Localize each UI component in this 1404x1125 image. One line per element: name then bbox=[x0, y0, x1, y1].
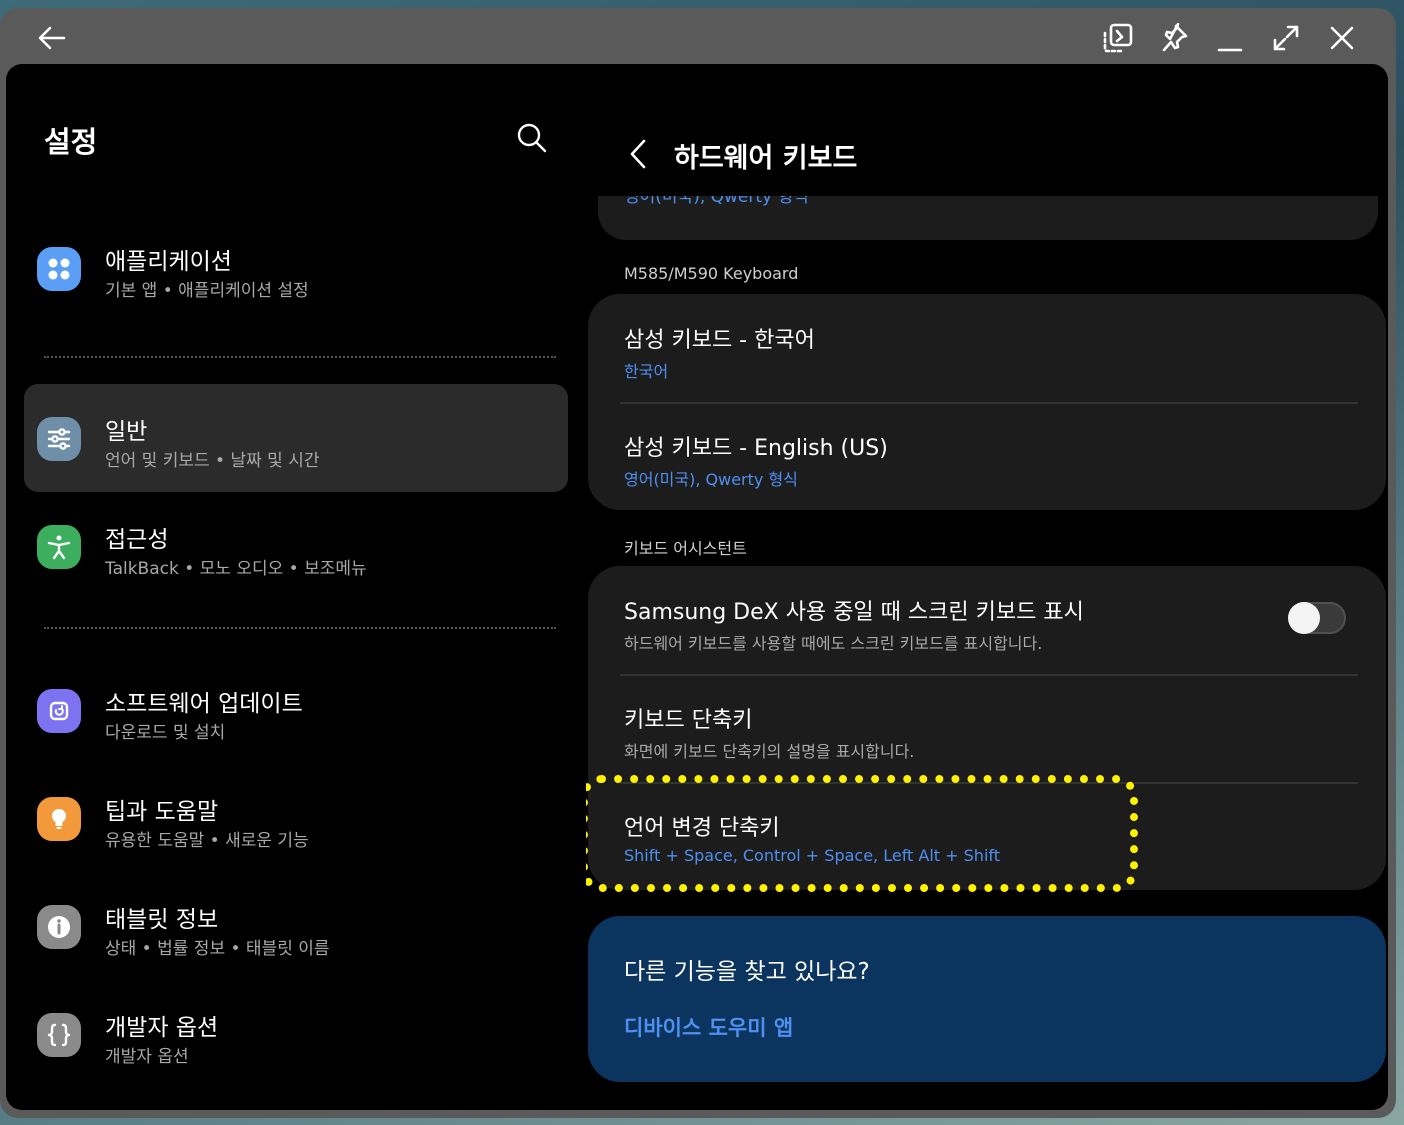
keyboard-english-row[interactable]: 삼성 키보드 - English (US) 영어(미국), Qwerty 형식 bbox=[588, 402, 1386, 510]
keyboard-list-card: 삼성 키보드 - 한국어 한국어 삼성 키보드 - English (US) 영… bbox=[588, 294, 1386, 510]
app-window: 설정 애플리케이션 기본 앱 • 애플리케이션 설정 일반 언어 및 키보드 •… bbox=[0, 8, 1396, 1118]
menu-item-title: 애플리케이션 bbox=[105, 249, 232, 275]
menu-item-title: 태블릿 정보 bbox=[105, 907, 219, 933]
minimize-icon[interactable] bbox=[1210, 18, 1250, 58]
help-card: 다른 기능을 찾고 있나요? 디바이스 도우미 앱 bbox=[588, 916, 1386, 1082]
highlight-annotation bbox=[586, 775, 1138, 892]
back-chevron-icon[interactable] bbox=[626, 137, 650, 171]
row-title: 삼성 키보드 - English (US) bbox=[624, 436, 888, 461]
device-care-link[interactable]: 디바이스 도우미 앱 bbox=[624, 1012, 793, 1042]
menu-item-developer-options[interactable]: 개발자 옵션 개발자 옵션 bbox=[24, 980, 568, 1088]
row-title: 삼성 키보드 - 한국어 bbox=[624, 328, 815, 353]
pin-icon[interactable] bbox=[1154, 18, 1194, 58]
menu-item-accessibility[interactable]: 접근성 TalkBack • 모노 오디오 • 보조메뉴 bbox=[24, 492, 568, 600]
keyboard-korean-row[interactable]: 삼성 키보드 - 한국어 한국어 bbox=[588, 294, 1386, 402]
help-title: 다른 기능을 찾고 있나요? bbox=[624, 959, 870, 985]
menu-item-subtitle: 유용한 도움말 • 새로운 기능 bbox=[105, 831, 309, 851]
divider bbox=[44, 356, 556, 358]
accessibility-icon bbox=[37, 525, 81, 569]
menu-item-general[interactable]: 일반 언어 및 키보드 • 날짜 및 시간 bbox=[24, 384, 568, 492]
menu-item-subtitle: 상태 • 법률 정보 • 태블릿 이름 bbox=[105, 939, 330, 959]
menu-item-subtitle: 언어 및 키보드 • 날짜 및 시간 bbox=[105, 451, 320, 471]
maximize-icon[interactable] bbox=[1266, 18, 1306, 58]
divider bbox=[44, 627, 556, 629]
info-icon bbox=[37, 905, 81, 949]
menu-item-software-update[interactable]: 소프트웨어 업데이트 다운로드 및 설치 bbox=[24, 656, 568, 764]
menu-item-subtitle: 다운로드 및 설치 bbox=[105, 723, 226, 743]
apps-icon bbox=[37, 247, 81, 291]
row-subtitle: 영어(미국), Qwerty 형식 bbox=[624, 470, 798, 489]
menu-item-title: 개발자 옵션 bbox=[105, 1015, 219, 1041]
menu-item-tablet-info[interactable]: 태블릿 정보 상태 • 법률 정보 • 태블릿 이름 bbox=[24, 872, 568, 980]
cut-off-subtitle: 영어(미국), Qwerty 형식 bbox=[624, 196, 809, 207]
menu-item-title: 일반 bbox=[105, 419, 148, 445]
toggle-knob bbox=[1288, 602, 1320, 634]
settings-menu-pane: 설정 애플리케이션 기본 앱 • 애플리케이션 설정 일반 언어 및 키보드 •… bbox=[6, 64, 576, 1110]
sliders-icon bbox=[37, 417, 81, 461]
update-icon bbox=[37, 689, 81, 733]
menu-item-subtitle: 기본 앱 • 애플리케이션 설정 bbox=[105, 281, 309, 301]
dex-keyboard-toggle[interactable] bbox=[1288, 602, 1346, 634]
page-title: 하드웨어 키보드 bbox=[674, 143, 858, 174]
row-subtitle: 하드웨어 키보드를 사용할 때에도 스크린 키보드를 표시합니다. bbox=[624, 634, 1043, 653]
dex-screen-keyboard-row[interactable]: Samsung DeX 사용 중일 때 스크린 키보드 표시 하드웨어 키보드를… bbox=[588, 566, 1386, 674]
menu-item-tips[interactable]: 팁과 도움말 유용한 도움말 • 새로운 기능 bbox=[24, 764, 568, 872]
hardware-keyboard-pane: 하드웨어 키보드 영어(미국), Qwerty 형식 M585/M590 Key… bbox=[586, 64, 1388, 1110]
lightbulb-icon bbox=[37, 797, 81, 841]
scrolled-card-remnant: 영어(미국), Qwerty 형식 bbox=[598, 196, 1378, 240]
search-icon[interactable] bbox=[516, 122, 556, 162]
section-label-assistant: 키보드 어시스턴트 bbox=[624, 539, 747, 558]
screenshot-icon[interactable] bbox=[1098, 18, 1138, 58]
braces-icon bbox=[37, 1013, 81, 1057]
menu-item-applications[interactable]: 애플리케이션 기본 앱 • 애플리케이션 설정 bbox=[24, 214, 568, 322]
close-icon[interactable] bbox=[1322, 18, 1362, 58]
menu-item-title: 소프트웨어 업데이트 bbox=[105, 691, 303, 717]
menu-item-subtitle: TalkBack • 모노 오디오 • 보조메뉴 bbox=[105, 559, 367, 579]
keyboard-shortcuts-row[interactable]: 키보드 단축키 화면에 키보드 단축키의 설명을 표시합니다. bbox=[588, 674, 1386, 782]
section-label-keyboard: M585/M590 Keyboard bbox=[624, 264, 799, 283]
back-arrow-icon[interactable] bbox=[32, 18, 72, 58]
settings-content: 설정 애플리케이션 기본 앱 • 애플리케이션 설정 일반 언어 및 키보드 •… bbox=[6, 64, 1388, 1110]
title-bar bbox=[0, 8, 1396, 64]
menu-item-title: 팁과 도움말 bbox=[105, 799, 219, 825]
row-title: 키보드 단축키 bbox=[624, 708, 753, 733]
menu-item-title: 접근성 bbox=[105, 527, 169, 553]
row-subtitle: 화면에 키보드 단축키의 설명을 표시합니다. bbox=[624, 742, 915, 761]
row-title: Samsung DeX 사용 중일 때 스크린 키보드 표시 bbox=[624, 600, 1084, 625]
settings-title: 설정 bbox=[44, 125, 98, 159]
menu-item-subtitle: 개발자 옵션 bbox=[105, 1047, 189, 1067]
row-subtitle: 한국어 bbox=[624, 362, 669, 381]
